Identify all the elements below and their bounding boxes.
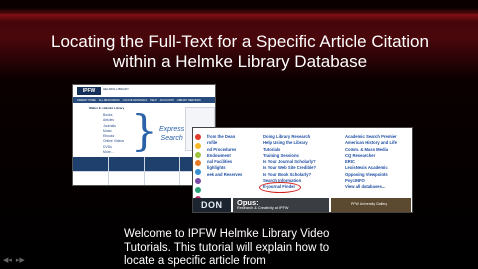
about-links-column: from the Dean rofile nd Procedures Endow… (207, 134, 242, 178)
express-line-2: Search (160, 135, 183, 142)
nav-item: ALL RESOURCES (98, 98, 120, 102)
curly-brace-icon: } (131, 106, 158, 155)
link-item: Is Your Web Site Credible? (263, 165, 317, 171)
grid-cell (144, 157, 180, 171)
dot-icon (195, 160, 201, 167)
dot-icon (195, 134, 201, 140)
next-slide-icon[interactable]: ▸▶ (16, 257, 25, 265)
screenshot-header: IPFW HELMKE LIBRARY (73, 85, 215, 97)
title-line-1: Locating the Full-Text for a Specific Ar… (51, 32, 429, 51)
grid-cell (73, 171, 108, 185)
dot-icon (195, 142, 201, 149)
ipfw-logo: IPFW (77, 87, 101, 95)
title-line-2: within a Helmke Library Database (112, 52, 368, 71)
slide-controls: ◀◂ ▸▶ (3, 257, 25, 265)
narration-caption: Welcome to IPFW Helmke Library Video Tut… (124, 228, 404, 269)
promo-dark: DON (193, 198, 231, 212)
grid-cell (73, 157, 108, 171)
dot-icon (195, 186, 201, 193)
slide: Locating the Full-Text for a Specific Ar… (0, 0, 478, 269)
caption-line-1: Welcome to IPFW Helmke Library Video (124, 228, 330, 240)
link-item: eek and Reserves (207, 171, 243, 177)
nav-item: ACCOUNTS (159, 98, 174, 102)
nav-item: HELP (150, 98, 157, 102)
dot-icon (195, 169, 201, 176)
caption-line-3: locate a specific article from (124, 255, 266, 267)
database-links-column: Academic Search Premier American History… (345, 134, 397, 191)
nav-item: LIBRARY SERVICES (176, 98, 201, 102)
express-line-1: Express (159, 126, 185, 133)
library-name: HELMKE LIBRARY (103, 87, 129, 91)
link-item: View all databases... (345, 184, 386, 190)
promo-gallery: PFW University Gallery (331, 198, 411, 212)
grid-cell (144, 171, 180, 185)
dot-icon (195, 177, 201, 184)
red-light-band (0, 8, 478, 22)
dot-icon (195, 151, 201, 158)
colored-dots (195, 134, 205, 204)
promo-row: DON Opus: Research & Creativity at IPFW … (193, 198, 412, 212)
research-links-screenshot: from the Dean rofile nd Procedures Endow… (192, 127, 413, 213)
slide-title: Locating the Full-Text for a Specific Ar… (30, 32, 450, 72)
gallery-text: PFW University Gallery (351, 202, 388, 206)
previous-slide-icon[interactable]: ◀◂ (3, 257, 12, 265)
nav-item: LIBRARY HOME (77, 98, 96, 102)
promo-opus: Opus: Research & Creativity at IPFW (233, 198, 329, 212)
promo-dark-text: DON (201, 200, 223, 210)
link-item: American History and Life (345, 140, 397, 146)
screenshot-nav: LIBRARY HOME ALL RESOURCES LOCATE MATERI… (73, 97, 215, 103)
grid-cell (108, 157, 144, 171)
grid-cell (108, 171, 144, 185)
opus-subtitle: Research & Creativity at IPFW (237, 206, 289, 210)
caption-line-2: Tutorials. This tutorial will explain ho… (124, 241, 330, 254)
red-highlight-circle (259, 182, 301, 193)
nav-item: LOCATE MATERIALS (122, 98, 148, 102)
express-search-label: Express Search (159, 125, 184, 143)
